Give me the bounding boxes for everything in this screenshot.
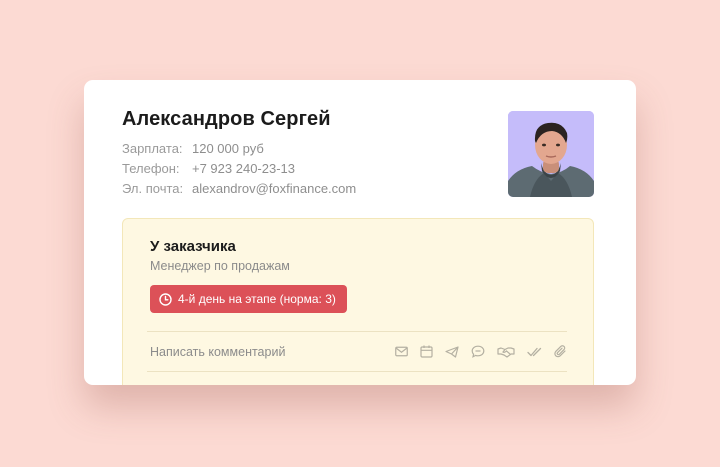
stage-panel: У заказчика Менеджер по продажам 4-й ден…	[122, 218, 594, 385]
salary-label: Зарплата:	[122, 141, 183, 156]
calendar-icon[interactable]	[420, 344, 433, 360]
phone-row: Телефон: +7 923 240-23-13	[122, 159, 356, 179]
paperclip-icon[interactable]	[554, 344, 567, 360]
email-row: Эл. почта: alexandrov@foxfinance.com	[122, 179, 356, 199]
email-label: Эл. почта:	[122, 181, 184, 196]
handshake-icon[interactable]	[497, 344, 515, 360]
candidate-info: Зарплата: 120 000 руб Телефон: +7 923 240-…	[122, 139, 356, 199]
avatar	[508, 111, 594, 197]
double-check-icon[interactable]	[527, 344, 542, 360]
phone-value[interactable]: +7 923 240-23-13	[192, 161, 295, 176]
salary-row: Зарплата: 120 000 руб	[122, 139, 356, 159]
salary-value: 120 000 руб	[192, 141, 264, 156]
phone-label: Телефон:	[122, 161, 180, 176]
mail-icon[interactable]	[395, 344, 408, 360]
avatar-photo	[508, 111, 594, 197]
telegram-icon[interactable]	[445, 344, 459, 360]
candidate-card: Александров Сергей Зарплата: 120 000 руб …	[84, 80, 636, 385]
email-value[interactable]: alexandrov@foxfinance.com	[192, 181, 356, 196]
stage-duration-badge: 4-й день на этапе (норма: 3)	[150, 285, 347, 313]
comment-input[interactable]	[150, 332, 370, 371]
chat-icon[interactable]	[471, 344, 485, 360]
vacancy-title: Менеджер по продажам	[150, 259, 290, 273]
comment-tools	[395, 332, 567, 371]
comment-bar	[147, 331, 567, 372]
clock-icon	[159, 292, 172, 306]
stage-title: У заказчика	[150, 238, 236, 255]
candidate-name: Александров Сергей	[122, 108, 331, 130]
stage-duration-text: 4-й день на этапе (норма: 3)	[178, 292, 336, 306]
